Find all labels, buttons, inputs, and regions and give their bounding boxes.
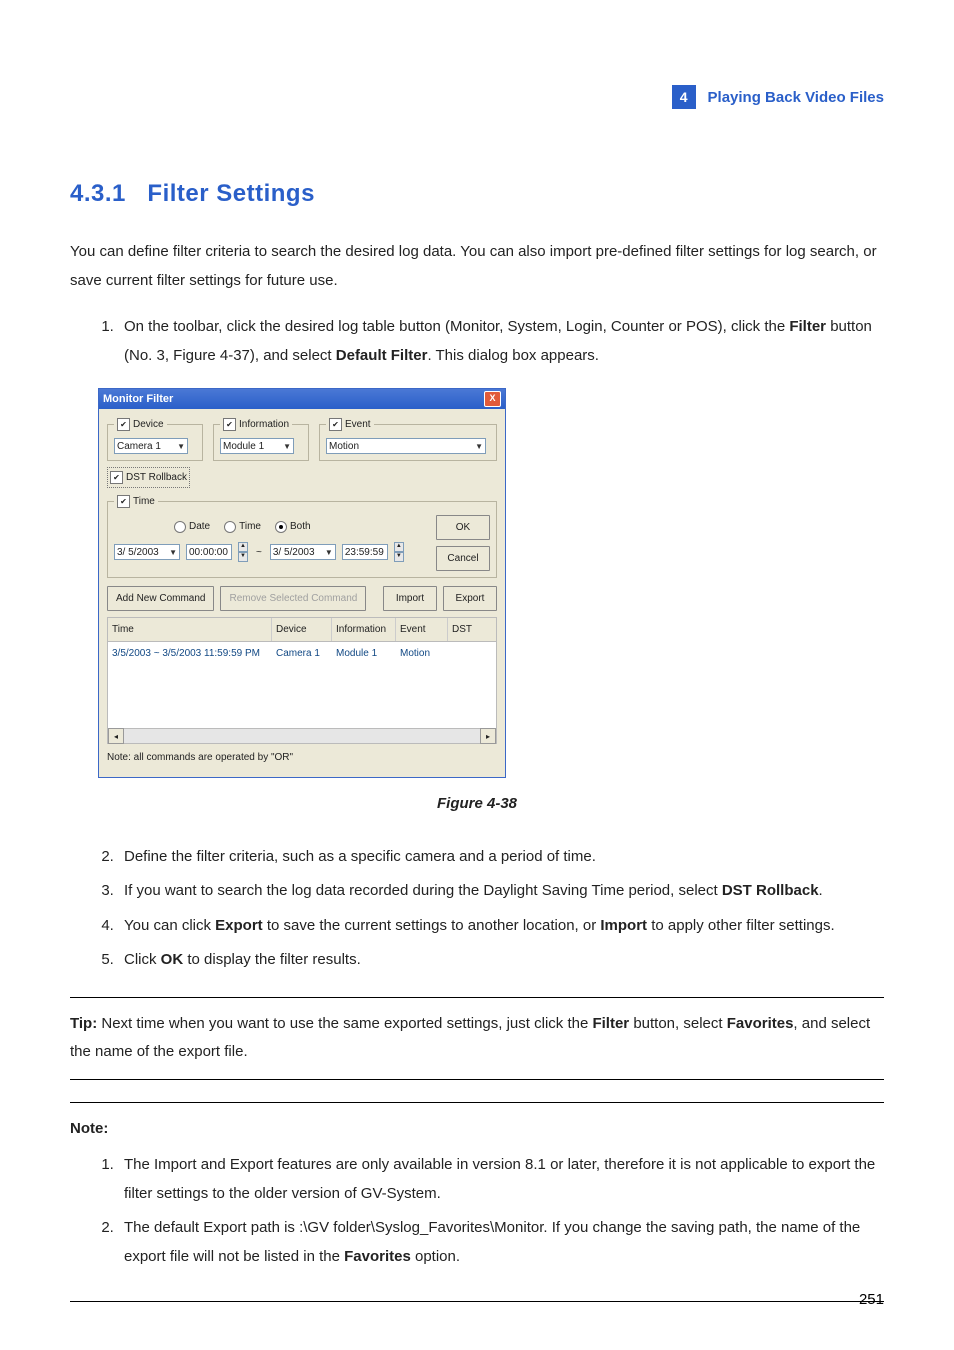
end-time-input[interactable]: 23:59:59 <box>342 544 388 560</box>
close-icon[interactable]: X <box>484 391 501 407</box>
note-label: Note: <box>70 1120 108 1137</box>
section-number: 4.3.1 <box>70 180 126 207</box>
end-date-select[interactable]: 3/ 5/2003▼ <box>270 544 336 560</box>
event-select[interactable]: Motion▼ <box>326 438 486 454</box>
time-checkbox[interactable]: ✔Time <box>117 492 155 511</box>
table-row[interactable]: 3/5/2003 ~ 3/5/2003 11:59:59 PM Camera 1… <box>108 642 496 665</box>
commands-table: Time Device Information Event DST 3/5/20… <box>107 617 497 744</box>
dst-rollback-checkbox[interactable]: ✔DST Rollback <box>107 467 190 488</box>
note-item-1: The Import and Export features are only … <box>118 1151 884 1208</box>
steps-list-top: On the toolbar, click the desired log ta… <box>70 313 884 370</box>
col-time[interactable]: Time <box>108 618 272 641</box>
chevron-down-icon: ▼ <box>325 545 333 560</box>
col-information[interactable]: Information <box>332 618 396 641</box>
scroll-left-icon[interactable]: ◂ <box>108 728 124 744</box>
device-select[interactable]: Camera 1▼ <box>114 438 188 454</box>
chapter-title: Playing Back Video Files <box>708 89 884 106</box>
chevron-down-icon: ▼ <box>169 545 177 560</box>
dialog-footer-note: Note: all commands are operated by "OR" <box>107 744 497 769</box>
import-button[interactable]: Import <box>383 586 437 611</box>
monitor-filter-dialog: Monitor Filter X ✔Device Camera 1▼ ✔Info… <box>98 388 506 778</box>
step-2: Define the filter criteria, such as a sp… <box>118 843 884 872</box>
section-heading: 4.3.1 Filter Settings <box>70 180 884 208</box>
radio-date[interactable]: Date <box>174 517 210 536</box>
col-dst[interactable]: DST <box>448 618 496 641</box>
note-box: Note: The Import and Export features are… <box>70 1102 884 1303</box>
horizontal-scrollbar[interactable]: ◂ ▸ <box>108 728 496 743</box>
note-item-2: The default Export path is :\GV folder\S… <box>118 1214 884 1271</box>
start-time-input[interactable]: 00:00:00 <box>186 544 232 560</box>
step-5: Click OK to display the filter results. <box>118 946 884 975</box>
device-group: ✔Device Camera 1▼ <box>107 415 203 461</box>
information-checkbox[interactable]: ✔Information <box>223 415 289 434</box>
ok-button[interactable]: OK <box>436 515 490 540</box>
radio-both[interactable]: Both <box>275 517 311 536</box>
dialog-title: Monitor Filter <box>103 389 173 410</box>
information-group: ✔Information Module 1▼ <box>213 415 309 461</box>
chevron-down-icon: ▼ <box>177 439 185 454</box>
dialog-titlebar: Monitor Filter X <box>99 389 505 409</box>
start-time-spinner[interactable]: ▲▼ <box>238 542 248 562</box>
information-select[interactable]: Module 1▼ <box>220 438 294 454</box>
add-new-command-button[interactable]: Add New Command <box>107 586 214 611</box>
end-time-spinner[interactable]: ▲▼ <box>394 542 404 562</box>
time-group: ✔Time Date Time Both 3/ 5/2003▼ <box>107 492 497 578</box>
step-1: On the toolbar, click the desired log ta… <box>118 313 884 370</box>
start-date-select[interactable]: 3/ 5/2003▼ <box>114 544 180 560</box>
page-number: 251 <box>859 1291 884 1308</box>
col-event[interactable]: Event <box>396 618 448 641</box>
scroll-right-icon[interactable]: ▸ <box>480 728 496 744</box>
tip-box: Tip: Next time when you want to use the … <box>70 997 884 1080</box>
chevron-down-icon: ▼ <box>283 439 291 454</box>
export-button[interactable]: Export <box>443 586 497 611</box>
steps-list-bottom: Define the filter criteria, such as a sp… <box>70 843 884 975</box>
tip-label: Tip: <box>70 1015 97 1032</box>
cancel-button[interactable]: Cancel <box>436 546 490 571</box>
radio-time[interactable]: Time <box>224 517 261 536</box>
intro-paragraph: You can define filter criteria to search… <box>70 238 884 295</box>
figure-caption: Figure 4-38 <box>70 790 884 819</box>
chevron-down-icon: ▼ <box>475 439 483 454</box>
col-device[interactable]: Device <box>272 618 332 641</box>
step-4: You can click Export to save the current… <box>118 912 884 941</box>
step-3: If you want to search the log data recor… <box>118 877 884 906</box>
remove-selected-command-button: Remove Selected Command <box>220 586 366 611</box>
page-header: 4 Playing Back Video Files <box>672 85 884 109</box>
chapter-number-badge: 4 <box>672 85 696 109</box>
device-checkbox[interactable]: ✔Device <box>117 415 164 434</box>
event-group: ✔Event Motion▼ <box>319 415 497 461</box>
range-separator: ~ <box>254 543 264 562</box>
section-title: Filter Settings <box>147 180 315 207</box>
event-checkbox[interactable]: ✔Event <box>329 415 371 434</box>
